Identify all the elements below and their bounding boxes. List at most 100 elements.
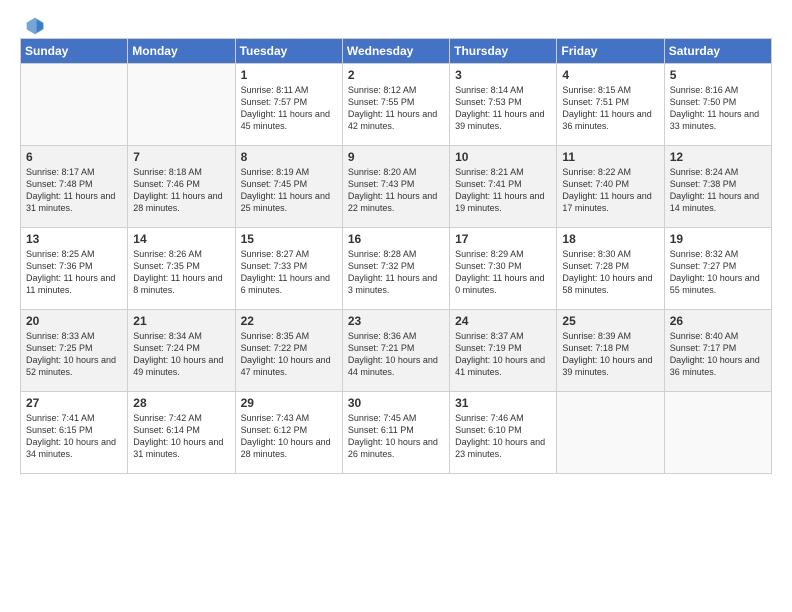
calendar-header-friday: Friday	[557, 39, 664, 64]
calendar-cell-w0d0	[21, 64, 128, 146]
calendar-cell-w1d2: 8 Sunrise: 8:19 AM Sunset: 7:45 PM Daylig…	[235, 146, 342, 228]
day-number: 30	[348, 396, 444, 410]
day-number: 3	[455, 68, 551, 82]
calendar-cell-w0d5: 4 Sunrise: 8:15 AM Sunset: 7:51 PM Daylig…	[557, 64, 664, 146]
day-number: 28	[133, 396, 229, 410]
calendar-cell-w2d6: 19 Sunrise: 8:32 AM Sunset: 7:27 PM Dayli…	[664, 228, 771, 310]
calendar-header-sunday: Sunday	[21, 39, 128, 64]
day-number: 18	[562, 232, 658, 246]
day-info: Sunrise: 8:17 AM Sunset: 7:48 PM Dayligh…	[26, 166, 122, 215]
day-info: Sunrise: 8:27 AM Sunset: 7:33 PM Dayligh…	[241, 248, 337, 297]
calendar-cell-w4d2: 29 Sunrise: 7:43 AM Sunset: 6:12 PM Dayli…	[235, 392, 342, 474]
calendar-week-row-3: 20 Sunrise: 8:33 AM Sunset: 7:25 PM Dayli…	[21, 310, 772, 392]
day-number: 14	[133, 232, 229, 246]
day-number: 8	[241, 150, 337, 164]
calendar-cell-w3d4: 24 Sunrise: 8:37 AM Sunset: 7:19 PM Dayli…	[450, 310, 557, 392]
page: SundayMondayTuesdayWednesdayThursdayFrid…	[0, 0, 792, 612]
day-number: 13	[26, 232, 122, 246]
calendar-header-wednesday: Wednesday	[342, 39, 449, 64]
day-number: 11	[562, 150, 658, 164]
calendar-cell-w0d3: 2 Sunrise: 8:12 AM Sunset: 7:55 PM Daylig…	[342, 64, 449, 146]
day-number: 5	[670, 68, 766, 82]
day-number: 6	[26, 150, 122, 164]
calendar-week-row-2: 13 Sunrise: 8:25 AM Sunset: 7:36 PM Dayli…	[21, 228, 772, 310]
calendar-week-row-0: 1Sunrise: 8:11 AM Sunset: 7:57 PM Daylig…	[21, 64, 772, 146]
logo	[20, 16, 45, 32]
calendar-cell-w2d5: 18 Sunrise: 8:30 AM Sunset: 7:28 PM Dayli…	[557, 228, 664, 310]
day-info: Sunrise: 8:22 AM Sunset: 7:40 PM Dayligh…	[562, 166, 658, 215]
calendar-week-row-1: 6 Sunrise: 8:17 AM Sunset: 7:48 PM Daylig…	[21, 146, 772, 228]
calendar-header-row: SundayMondayTuesdayWednesdayThursdayFrid…	[21, 39, 772, 64]
calendar-cell-w1d6: 12 Sunrise: 8:24 AM Sunset: 7:38 PM Dayli…	[664, 146, 771, 228]
calendar-header-tuesday: Tuesday	[235, 39, 342, 64]
calendar-header-saturday: Saturday	[664, 39, 771, 64]
day-info: Sunrise: 8:15 AM Sunset: 7:51 PM Dayligh…	[562, 84, 658, 133]
day-info: Sunrise: 8:30 AM Sunset: 7:28 PM Dayligh…	[562, 248, 658, 297]
calendar-cell-w1d0: 6 Sunrise: 8:17 AM Sunset: 7:48 PM Daylig…	[21, 146, 128, 228]
day-info: Sunrise: 8:24 AM Sunset: 7:38 PM Dayligh…	[670, 166, 766, 215]
day-number: 26	[670, 314, 766, 328]
day-info: Sunrise: 7:43 AM Sunset: 6:12 PM Dayligh…	[241, 412, 337, 461]
day-info: Sunrise: 8:28 AM Sunset: 7:32 PM Dayligh…	[348, 248, 444, 297]
header	[20, 16, 772, 32]
day-info: Sunrise: 7:46 AM Sunset: 6:10 PM Dayligh…	[455, 412, 551, 461]
day-info: Sunrise: 8:25 AM Sunset: 7:36 PM Dayligh…	[26, 248, 122, 297]
calendar-cell-w3d0: 20 Sunrise: 8:33 AM Sunset: 7:25 PM Dayli…	[21, 310, 128, 392]
calendar-cell-w3d6: 26Sunrise: 8:40 AM Sunset: 7:17 PM Dayli…	[664, 310, 771, 392]
day-info: Sunrise: 8:21 AM Sunset: 7:41 PM Dayligh…	[455, 166, 551, 215]
day-info: Sunrise: 8:39 AM Sunset: 7:18 PM Dayligh…	[562, 330, 658, 379]
calendar-cell-w4d3: 30 Sunrise: 7:45 AM Sunset: 6:11 PM Dayli…	[342, 392, 449, 474]
day-number: 10	[455, 150, 551, 164]
day-number: 12	[670, 150, 766, 164]
day-number: 31	[455, 396, 551, 410]
day-number: 19	[670, 232, 766, 246]
day-info: Sunrise: 8:32 AM Sunset: 7:27 PM Dayligh…	[670, 248, 766, 297]
day-number: 24	[455, 314, 551, 328]
calendar-cell-w4d0: 27 Sunrise: 7:41 AM Sunset: 6:15 PM Dayli…	[21, 392, 128, 474]
calendar-cell-w1d5: 11 Sunrise: 8:22 AM Sunset: 7:40 PM Dayli…	[557, 146, 664, 228]
calendar-cell-w1d1: 7Sunrise: 8:18 AM Sunset: 7:46 PM Daylig…	[128, 146, 235, 228]
day-number: 27	[26, 396, 122, 410]
day-number: 4	[562, 68, 658, 82]
day-info: Sunrise: 8:19 AM Sunset: 7:45 PM Dayligh…	[241, 166, 337, 215]
calendar-cell-w2d3: 16 Sunrise: 8:28 AM Sunset: 7:32 PM Dayli…	[342, 228, 449, 310]
calendar-header-monday: Monday	[128, 39, 235, 64]
calendar-cell-w4d5	[557, 392, 664, 474]
day-info: Sunrise: 8:34 AM Sunset: 7:24 PM Dayligh…	[133, 330, 229, 379]
day-info: Sunrise: 8:11 AM Sunset: 7:57 PM Dayligh…	[241, 84, 337, 133]
day-info: Sunrise: 8:29 AM Sunset: 7:30 PM Dayligh…	[455, 248, 551, 297]
day-info: Sunrise: 7:42 AM Sunset: 6:14 PM Dayligh…	[133, 412, 229, 461]
day-number: 23	[348, 314, 444, 328]
day-number: 16	[348, 232, 444, 246]
calendar-header-thursday: Thursday	[450, 39, 557, 64]
calendar-cell-w0d6: 5Sunrise: 8:16 AM Sunset: 7:50 PM Daylig…	[664, 64, 771, 146]
day-info: Sunrise: 8:37 AM Sunset: 7:19 PM Dayligh…	[455, 330, 551, 379]
calendar-week-row-4: 27 Sunrise: 7:41 AM Sunset: 6:15 PM Dayli…	[21, 392, 772, 474]
day-info: Sunrise: 8:12 AM Sunset: 7:55 PM Dayligh…	[348, 84, 444, 133]
day-info: Sunrise: 7:45 AM Sunset: 6:11 PM Dayligh…	[348, 412, 444, 461]
calendar-cell-w2d4: 17 Sunrise: 8:29 AM Sunset: 7:30 PM Dayli…	[450, 228, 557, 310]
day-info: Sunrise: 8:26 AM Sunset: 7:35 PM Dayligh…	[133, 248, 229, 297]
calendar-cell-w4d4: 31 Sunrise: 7:46 AM Sunset: 6:10 PM Dayli…	[450, 392, 557, 474]
day-number: 2	[348, 68, 444, 82]
day-number: 20	[26, 314, 122, 328]
calendar-cell-w1d4: 10 Sunrise: 8:21 AM Sunset: 7:41 PM Dayli…	[450, 146, 557, 228]
calendar-cell-w0d2: 1Sunrise: 8:11 AM Sunset: 7:57 PM Daylig…	[235, 64, 342, 146]
calendar-cell-w4d6	[664, 392, 771, 474]
calendar-cell-w1d3: 9Sunrise: 8:20 AM Sunset: 7:43 PM Daylig…	[342, 146, 449, 228]
day-number: 17	[455, 232, 551, 246]
calendar-cell-w2d0: 13 Sunrise: 8:25 AM Sunset: 7:36 PM Dayli…	[21, 228, 128, 310]
day-number: 29	[241, 396, 337, 410]
calendar-cell-w2d2: 15Sunrise: 8:27 AM Sunset: 7:33 PM Dayli…	[235, 228, 342, 310]
day-number: 22	[241, 314, 337, 328]
day-info: Sunrise: 8:14 AM Sunset: 7:53 PM Dayligh…	[455, 84, 551, 133]
calendar-cell-w3d1: 21Sunrise: 8:34 AM Sunset: 7:24 PM Dayli…	[128, 310, 235, 392]
calendar-cell-w3d3: 23 Sunrise: 8:36 AM Sunset: 7:21 PM Dayli…	[342, 310, 449, 392]
calendar-cell-w4d1: 28 Sunrise: 7:42 AM Sunset: 6:14 PM Dayli…	[128, 392, 235, 474]
day-info: Sunrise: 8:35 AM Sunset: 7:22 PM Dayligh…	[241, 330, 337, 379]
day-info: Sunrise: 8:33 AM Sunset: 7:25 PM Dayligh…	[26, 330, 122, 379]
day-number: 9	[348, 150, 444, 164]
day-number: 25	[562, 314, 658, 328]
day-info: Sunrise: 7:41 AM Sunset: 6:15 PM Dayligh…	[26, 412, 122, 461]
day-info: Sunrise: 8:36 AM Sunset: 7:21 PM Dayligh…	[348, 330, 444, 379]
